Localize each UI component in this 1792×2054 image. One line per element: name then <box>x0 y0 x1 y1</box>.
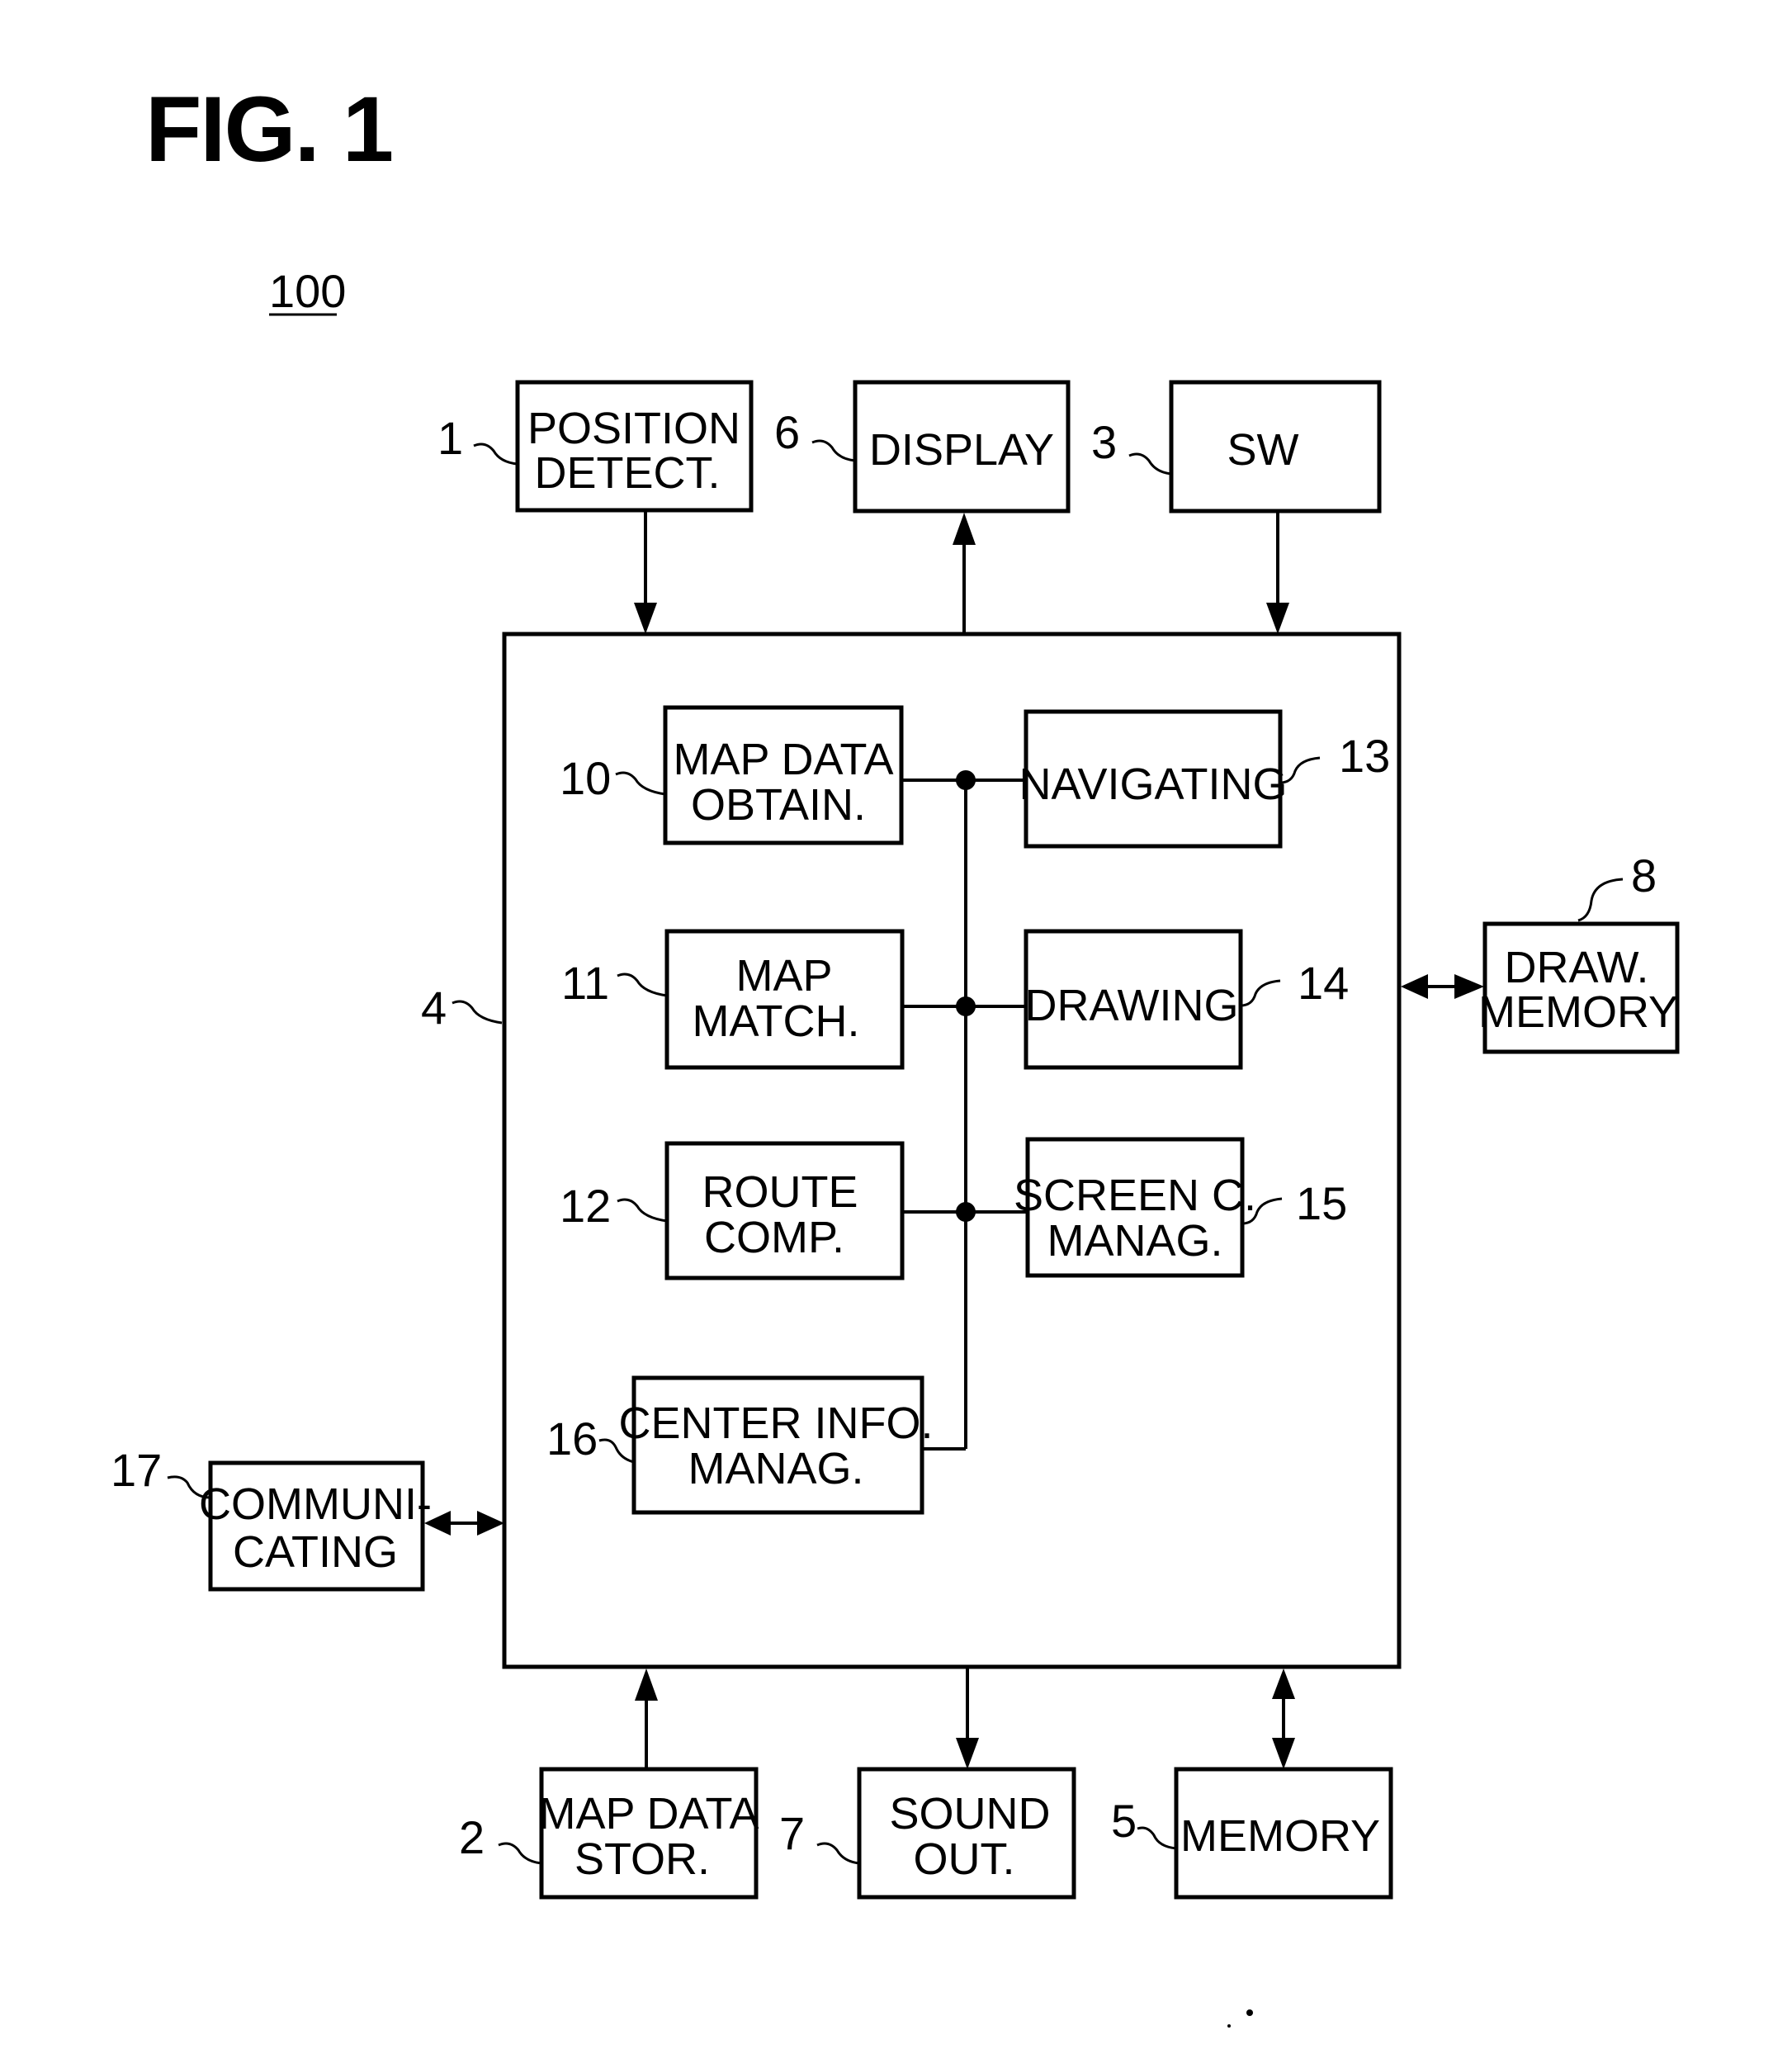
map-match-line-1: MAP <box>735 951 832 1001</box>
map-data-stor-line-2: STOR. <box>574 1834 710 1884</box>
arrowhead-up-icon <box>635 1668 658 1701</box>
route-comp-line-1: ROUTE <box>702 1167 858 1217</box>
drawing-block: DRAWING <box>1024 929 1243 1070</box>
arrowhead-up-icon <box>953 513 976 545</box>
center-info-manag-line-2: MANAG. <box>688 1444 863 1493</box>
route-comp-block: ROUTE COMP. <box>664 1141 905 1280</box>
screen-c-manag-block: SCREEN C. MANAG. <box>1014 1137 1256 1278</box>
position-detect-line-1: POSITION <box>527 404 740 453</box>
communicating-line-1: COMMUNI- <box>199 1479 432 1529</box>
screen-c-manag-ref: 15 <box>1296 1177 1347 1229</box>
figure-title: FIG. 1 <box>145 78 392 181</box>
drawing-ref: 14 <box>1298 957 1349 1009</box>
center-info-manag-line-1: CENTER INFO. <box>618 1399 933 1448</box>
draw-memory-ref: 8 <box>1631 850 1657 902</box>
map-data-stor-leader <box>498 1842 542 1865</box>
sound-out-line-2: OUT. <box>913 1834 1014 1884</box>
map-data-obtain-line-1: MAP DATA <box>673 735 893 784</box>
communicating-line-2: CATING <box>233 1527 398 1577</box>
arrowhead-down-icon <box>956 1738 979 1769</box>
controller-ref: 4 <box>421 982 447 1034</box>
position-detect-line-2: DETECT. <box>534 448 720 498</box>
sw-leader <box>1128 452 1172 476</box>
screen-c-manag-line-1: SCREEN C. <box>1014 1171 1256 1220</box>
sound-out-block: SOUND OUT. <box>857 1767 1076 1900</box>
draw-memory-line-1: DRAW. <box>1505 943 1649 992</box>
map-data-obtain-ref: 10 <box>560 752 611 804</box>
sw-label: SW <box>1227 425 1299 475</box>
center-info-manag-block: CENTER INFO. MANAG. <box>618 1375 934 1515</box>
sound-out-line-1: SOUND <box>889 1789 1050 1839</box>
display-leader <box>811 439 856 462</box>
navigating-label: NAVIGATING <box>1019 760 1287 809</box>
screen-c-manag-line-2: MANAG. <box>1047 1216 1222 1266</box>
display-ref: 6 <box>774 406 800 458</box>
position-detect-leader <box>473 443 518 466</box>
sound-out-ref: 7 <box>779 1807 805 1859</box>
map-data-obtain-block: MAP DATA OBTAIN. <box>663 705 904 845</box>
arrowhead-down-icon <box>1266 603 1289 634</box>
map-data-stor-block: MAP DATA STOR. <box>538 1767 759 1900</box>
route-comp-ref: 12 <box>560 1180 611 1232</box>
center-info-manag-ref: 16 <box>546 1413 598 1465</box>
map-data-stor-line-1: MAP DATA <box>538 1789 759 1839</box>
memory-label: MEMORY <box>1180 1811 1380 1861</box>
navigating-block: NAVIGATING <box>1019 709 1288 849</box>
arrowhead-down-icon <box>634 603 657 634</box>
controller-leader <box>452 1000 503 1025</box>
memory-leader <box>1137 1826 1177 1850</box>
communicating-ref: 17 <box>111 1444 162 1496</box>
map-data-obtain-line-2: OBTAIN. <box>691 780 866 830</box>
block-diagram: FIG. 1 100 4 POSITION DETECT. 1 DISPLAY … <box>111 78 1680 2028</box>
draw-memory-leader <box>1577 878 1624 922</box>
map-match-line-2: MATCH. <box>693 996 860 1046</box>
map-match-block: MAP MATCH. <box>664 929 905 1070</box>
arrowhead-down-icon <box>1272 1738 1295 1769</box>
arrowhead-up-icon <box>1272 1668 1295 1699</box>
route-comp-line-2: COMP. <box>704 1213 844 1262</box>
navigating-ref: 13 <box>1339 730 1390 782</box>
map-match-ref: 11 <box>561 957 609 1009</box>
sound-out-leader <box>816 1842 860 1865</box>
arrowhead-right-icon <box>477 1511 504 1536</box>
draw-memory-line-2: MEMORY <box>1478 987 1678 1037</box>
display-block: DISPLAY <box>853 380 1071 514</box>
scan-speck <box>1246 2009 1253 2016</box>
memory-block: MEMORY <box>1174 1767 1393 1900</box>
drawing-label: DRAWING <box>1025 981 1239 1030</box>
system-ref-label: 100 <box>269 265 346 317</box>
display-label: DISPLAY <box>869 425 1054 475</box>
sw-block: SW <box>1169 380 1382 514</box>
position-detect-block: POSITION DETECT. <box>515 380 754 513</box>
communicating-block: COMMUNI- CATING <box>199 1460 432 1592</box>
arrowhead-left-icon <box>1401 974 1428 999</box>
draw-memory-block: DRAW. MEMORY <box>1478 921 1680 1054</box>
map-data-stor-ref: 2 <box>459 1811 485 1863</box>
sw-ref: 3 <box>1091 416 1117 468</box>
memory-ref: 5 <box>1111 1795 1137 1847</box>
scan-speck <box>1227 2024 1231 2028</box>
position-detect-ref: 1 <box>437 412 463 464</box>
